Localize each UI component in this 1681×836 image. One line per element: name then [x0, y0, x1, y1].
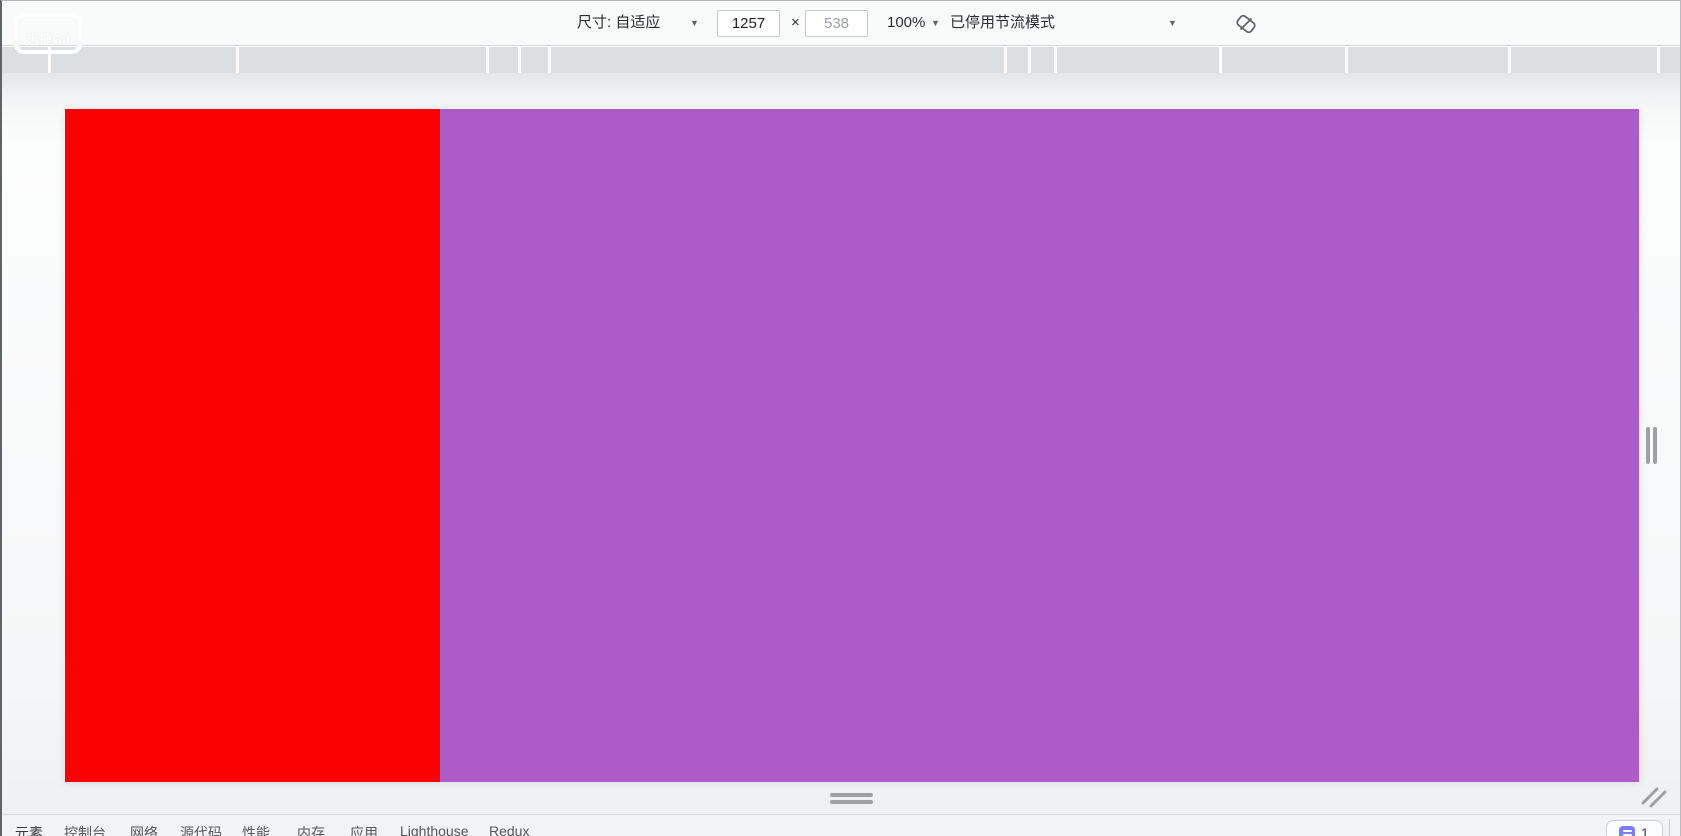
ruler-tick — [236, 47, 239, 73]
device-mode-canvas — [2, 73, 1680, 814]
issues-icon — [1619, 825, 1635, 836]
tab-redux[interactable]: Redux — [489, 823, 529, 836]
issues-count: 1 — [1641, 825, 1649, 836]
ruler-tick — [518, 47, 521, 73]
tab-lighthouse[interactable]: Lighthouse — [400, 823, 469, 836]
ruler-tick — [1345, 47, 1348, 73]
ruler-tick — [486, 47, 489, 73]
page-purple-block — [440, 109, 1639, 782]
tab-memory[interactable]: 内存 — [297, 823, 325, 836]
tab-elements[interactable]: 元素 — [15, 823, 43, 836]
ruler-tick — [1028, 47, 1031, 73]
ruler-tick — [1219, 47, 1222, 73]
tab-sources[interactable]: 源代码 — [180, 823, 222, 836]
viewport-resize-handle-corner[interactable] — [1640, 785, 1668, 809]
ruler-tick — [1004, 47, 1007, 73]
throttling-dropdown[interactable]: 已停用节流模式 — [950, 1, 1055, 45]
tab-network[interactable]: 网络 — [130, 823, 158, 836]
chevron-down-icon[interactable]: ▼ — [1168, 1, 1177, 45]
dimensions-mode-dropdown[interactable]: 尺寸: 自适应 — [577, 1, 660, 45]
rotate-device-icon[interactable] — [1232, 10, 1260, 38]
ruler-tick — [1054, 47, 1057, 73]
device-toolbar: 尺寸: 自适应 ▼ × 100% ▼ 已停用节流模式 ▼ — [2, 1, 1680, 46]
devtools-tab-bar: 元素 控制台 网络 源代码 性能 内存 应用 Lighthouse Redux … — [2, 814, 1680, 836]
chevron-down-icon[interactable]: ▼ — [690, 1, 699, 45]
handle-bar — [830, 793, 873, 797]
ruler-tick — [1657, 47, 1660, 73]
tab-application[interactable]: 应用 — [350, 823, 378, 836]
tab-bar-divider — [1669, 819, 1670, 836]
handle-bar — [1646, 427, 1650, 464]
viewport-resize-handle-bottom[interactable] — [830, 793, 873, 805]
tab-performance[interactable]: 性能 — [242, 823, 270, 836]
ruler-tick — [1508, 47, 1511, 73]
dimensions-separator: × — [791, 14, 800, 31]
zoom-dropdown[interactable]: 100% — [887, 1, 925, 45]
handle-bar — [830, 800, 873, 804]
viewport-height-input[interactable] — [805, 10, 868, 37]
emulated-viewport — [65, 109, 1639, 782]
devtools-window: 尺寸: 自适应 ▼ × 100% ▼ 已停用节流模式 ▼ — [0, 0, 1681, 836]
chevron-down-icon[interactable]: ▼ — [931, 1, 940, 45]
viewport-width-input[interactable] — [717, 10, 780, 37]
page-red-block — [65, 109, 440, 782]
ruler-tick — [48, 47, 51, 73]
issues-button[interactable]: 1 — [1606, 820, 1663, 836]
ruler-tick — [548, 47, 551, 73]
ruler-strip — [2, 47, 1680, 73]
handle-bar — [1653, 427, 1657, 464]
tab-console[interactable]: 控制台 — [64, 823, 106, 836]
viewport-resize-handle-right[interactable] — [1645, 427, 1658, 464]
